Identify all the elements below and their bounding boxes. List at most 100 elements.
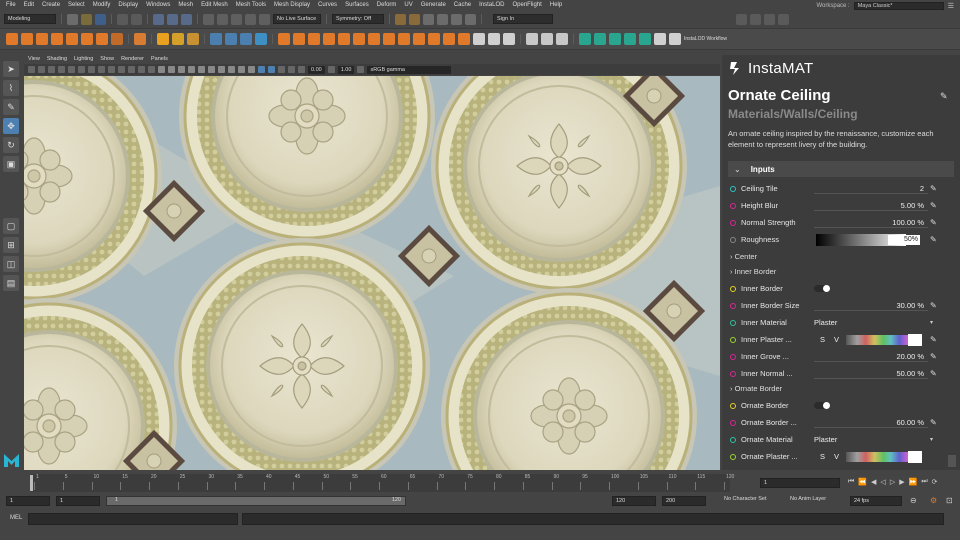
smooth-icon[interactable] (240, 33, 252, 45)
anim-start-field[interactable]: 1 (6, 496, 50, 506)
ambient-occlusion-icon[interactable] (218, 66, 225, 73)
multi-cut-icon[interactable] (368, 33, 380, 45)
resolution-gate-icon[interactable] (108, 66, 115, 73)
redo-icon[interactable] (131, 13, 142, 25)
edit-pencil-icon[interactable]: ✎ (930, 235, 939, 244)
menu-item-mesh[interactable]: Mesh (178, 2, 193, 8)
input-row[interactable]: Normal Strength 100.00 % ✎ (730, 215, 952, 230)
motion-blur-icon[interactable] (228, 66, 235, 73)
four-pane-icon[interactable]: ⊞ (3, 237, 19, 253)
edit-pencil-icon[interactable]: ✎ (930, 218, 939, 227)
edit-pencil-icon[interactable]: ✎ (930, 301, 939, 310)
anim-prefs-icon[interactable]: ⚙ (930, 496, 937, 505)
color-swatch[interactable] (908, 334, 922, 346)
timeline-playhead[interactable] (30, 475, 33, 491)
input-row[interactable]: Ceiling Tile 2 ✎ (730, 181, 952, 196)
loop-icon[interactable]: ⟳ (932, 478, 938, 488)
toggle-switch[interactable] (814, 285, 830, 292)
wireframe-icon[interactable] (158, 66, 165, 73)
booleans-icon[interactable] (278, 33, 290, 45)
single-pane-icon[interactable]: ▢ (3, 218, 19, 234)
auto-key-icon[interactable]: ⊖ (910, 496, 917, 505)
color-management-icon[interactable] (357, 66, 365, 73)
anti-alias-icon[interactable] (238, 66, 245, 73)
input-value-field[interactable]: 20.00 % (814, 351, 928, 362)
outliner-icon[interactable] (778, 13, 789, 25)
gamma-field[interactable]: 1.00 (337, 65, 355, 74)
step-back-icon[interactable]: ◀ (871, 478, 876, 488)
safe-action-icon[interactable] (138, 66, 145, 73)
go-end-icon[interactable]: ⏭ (921, 478, 927, 488)
input-row[interactable]: Inner Border Size 30.00 % ✎ (730, 298, 952, 313)
extrude-icon[interactable] (308, 33, 320, 45)
menu-item-uv[interactable]: UV (404, 2, 412, 8)
uv-editor-icon[interactable] (255, 33, 267, 45)
input-connection-icon[interactable] (730, 302, 736, 309)
menu-item-surfaces[interactable]: Surfaces (345, 2, 369, 8)
roughness-value[interactable]: 50% (888, 235, 920, 245)
snap-grid-icon[interactable] (203, 13, 214, 25)
render-view-icon[interactable] (451, 13, 462, 25)
poly-disc-icon[interactable] (96, 33, 108, 45)
input-value-field[interactable]: 2 (814, 183, 928, 194)
menu-item-create[interactable]: Create (42, 2, 60, 8)
input-connection-icon[interactable] (730, 402, 736, 409)
new-scene-icon[interactable] (67, 13, 78, 25)
input-connection-icon[interactable] (730, 453, 736, 460)
move-tool-icon[interactable]: ✥ (3, 118, 19, 134)
instalod-imposter-icon[interactable] (639, 33, 651, 45)
arnold-icon[interactable] (465, 13, 476, 25)
menu-item-file[interactable]: File (6, 2, 16, 8)
menu-item-edit[interactable]: Edit (24, 2, 34, 8)
view-transform-dropdown[interactable]: sRGB gamma (367, 65, 452, 74)
field-chart-icon[interactable] (128, 66, 135, 73)
channel-box-icon[interactable] (764, 13, 775, 25)
input-connection-icon[interactable] (730, 285, 736, 292)
input-connection-icon[interactable] (730, 336, 736, 343)
super-shape-icon[interactable] (134, 33, 146, 45)
lasso-tool-icon[interactable]: ⌇ (3, 80, 19, 96)
anim-end-field[interactable]: 200 (662, 496, 706, 506)
edit-pencil-icon[interactable]: ✎ (930, 418, 939, 427)
input-connection-icon[interactable] (730, 236, 736, 243)
input-connection-icon[interactable] (730, 370, 736, 377)
live-surface-field[interactable]: No Live Surface (273, 14, 321, 24)
input-connection-icon[interactable] (730, 353, 736, 360)
menu-set-dropdown[interactable]: Modeling (4, 14, 56, 24)
input-connection-icon[interactable] (730, 436, 736, 443)
snap-view-icon[interactable] (245, 13, 256, 25)
edit-pencil-icon[interactable]: ✎ (930, 184, 939, 193)
menu-item-display[interactable]: Display (118, 2, 138, 8)
bookmark-icon[interactable] (48, 66, 55, 73)
dropdown-arrow-icon[interactable]: ▾ (930, 436, 933, 443)
poly-cube-icon[interactable] (21, 33, 33, 45)
delete-history-icon[interactable] (503, 33, 515, 45)
xray-icon[interactable] (268, 66, 275, 73)
anim-layer-dropdown[interactable]: No Anim Layer (790, 496, 826, 502)
instalod-workflow-label[interactable]: InstaLOD Workflow (684, 36, 727, 42)
current-frame-field[interactable]: 1 (760, 478, 840, 488)
input-row[interactable]: Height Blur 5.00 % ✎ (730, 198, 952, 213)
modeling-toolkit-icon[interactable] (736, 13, 747, 25)
open-scene-icon[interactable] (81, 13, 92, 25)
quad-draw-icon[interactable] (526, 33, 538, 45)
go-start-icon[interactable]: ⏮ (848, 478, 854, 488)
edit-pencil-icon[interactable]: ✎ (930, 335, 939, 344)
target-weld-icon[interactable] (383, 33, 395, 45)
material-dropdown[interactable]: Plaster (814, 318, 936, 327)
smooth-shade-icon[interactable] (168, 66, 175, 73)
safe-title-icon[interactable] (148, 66, 155, 73)
menu-item-instalod[interactable]: InstaLOD (479, 2, 504, 8)
play-forward-icon[interactable]: ▷ (890, 478, 895, 488)
grease-pencil-icon[interactable] (78, 66, 85, 73)
instalod-checker-icon[interactable] (654, 33, 666, 45)
2d-pan-icon[interactable] (68, 66, 75, 73)
menu-item-help[interactable]: Help (550, 2, 562, 8)
color-gradient-bar[interactable] (846, 452, 908, 462)
viewport-menu-show[interactable]: Show (100, 56, 114, 62)
dropdown-arrow-icon[interactable]: ▾ (930, 319, 933, 326)
workspace-dropdown[interactable]: Maya Classic* (853, 1, 944, 10)
input-row[interactable]: Inner Grove ... 20.00 % ✎ (730, 349, 952, 364)
input-value-field[interactable]: 30.00 % (814, 300, 928, 311)
center-group[interactable]: › Center (730, 252, 757, 261)
